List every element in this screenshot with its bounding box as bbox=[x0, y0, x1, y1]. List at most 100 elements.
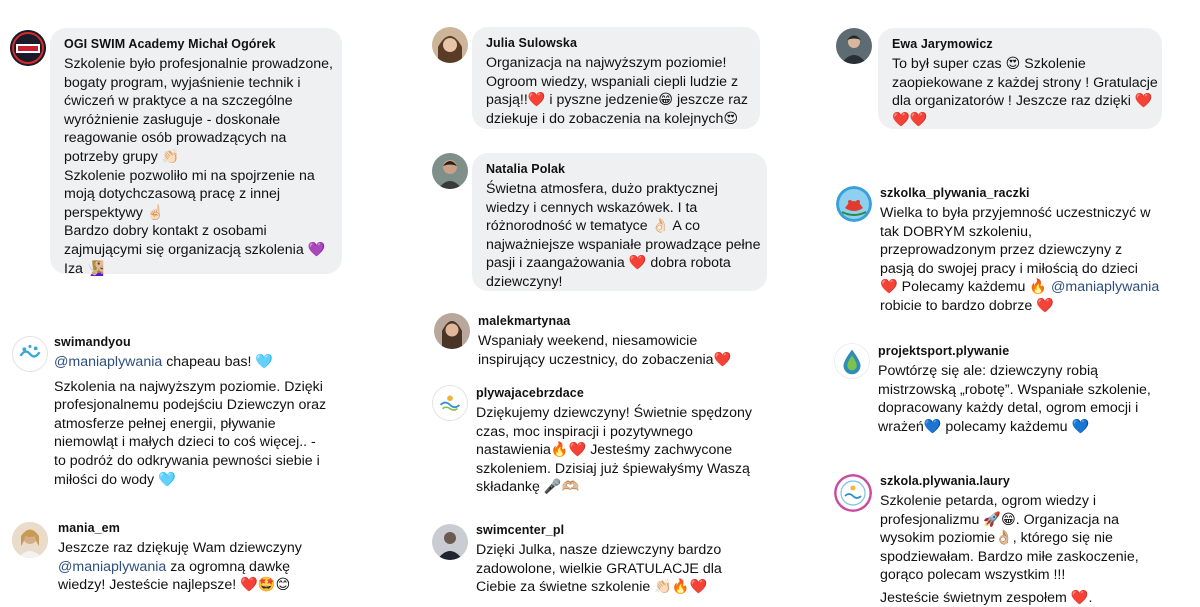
comment-line: wysokim poziomie👌🏼, którego się nie bbox=[880, 530, 1113, 547]
comment-line: @maniaplywania za ogromną dawkę bbox=[58, 558, 358, 577]
comment-line: reagowanie osób prowadzących na bbox=[64, 130, 287, 147]
comment-line: pasji i zaangażowania ❤️ dobra robota bbox=[486, 255, 731, 272]
comment-line: wiedzy! Jesteście najlepsze! ❤️🤩😊 bbox=[58, 577, 291, 594]
avatar[interactable] bbox=[432, 385, 468, 421]
comment-line: robicie to bardzo dobrze ❤️ bbox=[880, 297, 1054, 314]
comment-line: perspektywy ☝🏻 bbox=[64, 204, 165, 221]
comment-username[interactable]: malekmartynaa bbox=[478, 314, 778, 328]
comment-text: Świetna atmosfera, dużo praktycznej wied… bbox=[486, 180, 761, 292]
comment-line: Dziękujemy dziewczyny! Świetnie spędzony bbox=[476, 405, 752, 421]
comment-line: zadowolone, wielkie GRATULACJE dla bbox=[476, 560, 722, 577]
comment-line: inspirujący uczestnicy, do zobaczenia❤️ bbox=[478, 351, 732, 368]
comment-body: plywajacebrzdace Dziękujemy dziewczyny! … bbox=[476, 386, 776, 497]
comment-line: atmosferze pełnej energii, pływanie bbox=[54, 415, 276, 432]
comment-line: moją dotychczasową pracę z innej bbox=[64, 186, 281, 203]
comment-line: Wielka to była przyjemność uczestniczyć … bbox=[880, 205, 1151, 221]
comment-line-rest: chapeau bas! 🩵 bbox=[162, 354, 273, 370]
avatar[interactable] bbox=[836, 28, 872, 64]
comment-line: Jesteście świetnym zespołem ❤️. bbox=[880, 589, 1093, 606]
comment-body: mania_em Jeszcze raz dziękuję Wam dziewc… bbox=[58, 521, 358, 595]
comment-body: malekmartynaa Wspaniały weekend, niesamo… bbox=[478, 314, 778, 369]
comment-username[interactable]: projektsport.plywanie bbox=[878, 344, 1188, 358]
mention-link[interactable]: @maniaplywania bbox=[54, 354, 162, 370]
comment-line: szkoleniem. Dzisiaj już śpiewałyśmy Wasz… bbox=[476, 460, 750, 477]
comment-line: pasją!!❤️ i pyszne jedzenie😁 jeszcze raz bbox=[486, 92, 748, 109]
comment-line: potrzeby grupy 👏🏻 bbox=[64, 148, 180, 165]
comment-line: zaopiekowane z każdej strony ! Gratulacj… bbox=[892, 74, 1158, 91]
comment-body: szkola.plywania.laury Szkolenie petarda,… bbox=[880, 474, 1190, 607]
comment-username[interactable]: Natalia Polak bbox=[486, 162, 753, 176]
comment-line: tak DOBRYM szkoleniu, bbox=[880, 223, 1032, 240]
mention-link[interactable]: @maniaplywania bbox=[1051, 279, 1159, 295]
comment-text: Jeszcze raz dziękuję Wam dziewczyny @man… bbox=[58, 539, 358, 595]
comment-line: wyróżnienie zasługuje - doskonałe bbox=[64, 111, 281, 128]
comment-line: Szkolenia na najwyższym poziomie. Dzięki bbox=[54, 378, 323, 395]
comment-body: swimandyou @maniaplywania chapeau bas! 🩵… bbox=[54, 335, 354, 489]
comment-username[interactable]: swimcenter_pl bbox=[476, 523, 776, 537]
comment-line: różnorodność w tematyce 👌🏻 A co bbox=[486, 218, 701, 235]
avatar[interactable] bbox=[12, 336, 48, 372]
avatar[interactable] bbox=[432, 153, 468, 189]
comment-bubble: Ewa Jarymowicz To był super czas 😍 Szkol… bbox=[878, 28, 1162, 129]
avatar[interactable] bbox=[836, 186, 872, 222]
comment-line: Ogroom wiedzy, wspaniali ciepli ludzie z bbox=[486, 73, 739, 90]
comment-line: Jeszcze raz dziękuję Wam dziewczyny bbox=[58, 540, 302, 556]
comment-line: Dzięki Julka, nasze dziewczyny bardzo bbox=[476, 542, 722, 558]
comment-line-rest: za ogromną dawkę bbox=[166, 558, 291, 575]
comment-username[interactable]: Ewa Jarymowicz bbox=[892, 37, 1148, 51]
comment-line: Szkolenie pozwoliło mi na spojrzenie na bbox=[64, 167, 315, 184]
comment-line: dopracowany każdy detal, ogrom emocji i bbox=[878, 400, 1139, 417]
comment-line: miłości do wody 🩵 bbox=[54, 471, 176, 488]
comment-line: Organizacja na najwyższym poziomie! bbox=[486, 55, 727, 71]
avatar[interactable] bbox=[834, 474, 872, 512]
avatar[interactable] bbox=[434, 313, 470, 349]
comment-line: nastawienia🔥❤️ Jesteśmy zachwycone bbox=[476, 442, 733, 459]
comment-line: Szkolenie petarda, ogrom wiedzy i bbox=[880, 493, 1097, 509]
comment-bubble: Natalia Polak Świetna atmosfera, dużo pr… bbox=[472, 153, 767, 291]
comment-line: ❤️ Polecamy każdemu 🔥 @maniaplywania bbox=[880, 278, 1190, 297]
comment-line: zajmującymi się organizacją szkolenia 💜 bbox=[64, 241, 326, 258]
comment-text: Organizacja na najwyższym poziomie! Ogro… bbox=[486, 54, 748, 128]
comment-line: mistrzowską „robotę”. Wspaniałe szkoleni… bbox=[878, 381, 1151, 398]
avatar[interactable] bbox=[432, 27, 468, 63]
comment-line: to podróż do odkrywania pewności siebie … bbox=[54, 452, 320, 469]
avatar[interactable] bbox=[10, 30, 46, 66]
comment-username[interactable]: szkola.plywania.laury bbox=[880, 474, 1190, 488]
comment-line: Ciebie za świetne szkolenie 👏🏻🔥❤️ bbox=[476, 579, 708, 596]
comment-line: składankę 🎤🫶🏼 bbox=[476, 479, 580, 496]
comment-text: Szkolenie było profesjonalnie prowadzone… bbox=[64, 55, 333, 278]
avatar[interactable] bbox=[12, 522, 48, 558]
comment-text: Wielka to była przyjemność uczestniczyć … bbox=[880, 204, 1190, 316]
comment-line: najważniejsze wspaniałe prowadzące pełne bbox=[486, 236, 761, 253]
comment-line: profesjonalizmu 🚀😁. Organizacja na bbox=[880, 511, 1120, 528]
comment-line: dziewczyny! bbox=[486, 273, 563, 290]
comment-line: Świetna atmosfera, dużo praktycznej bbox=[486, 181, 718, 197]
comment-bubble: Julia Sulowska Organizacja na najwyższym… bbox=[472, 27, 760, 129]
avatar[interactable] bbox=[432, 524, 468, 560]
comment-line: wrażeń💙 polecamy każdemu 💙 bbox=[878, 418, 1090, 435]
comment-username[interactable]: szkolka_plywania_raczki bbox=[880, 186, 1190, 200]
comment-line: pasją do swojej pracy i miłością do dzie… bbox=[880, 260, 1138, 277]
comment-line: spodziewałam. Bardzo miłe zaskoczenie, bbox=[880, 548, 1139, 565]
comment-body: projektsport.plywanie Powtórzę się ale: … bbox=[878, 344, 1188, 436]
comment-line-pre: ❤️ Polecamy każdemu 🔥 bbox=[880, 279, 1051, 296]
comment-line: niemowląt i małych dzieci to coś więcej.… bbox=[54, 434, 316, 451]
comment-username[interactable]: Julia Sulowska bbox=[486, 36, 746, 50]
comment-line: Powtórzę się ale: dziewczyny robią bbox=[878, 363, 1099, 379]
comment-line: przeprowadzonym przez dziewczyny z bbox=[880, 242, 1123, 259]
comment-line: ćwiczeń w praktyce a na szczególne bbox=[64, 93, 293, 110]
comment-text: Dziękujemy dziewczyny! Świetnie spędzony… bbox=[476, 404, 776, 497]
comment-username[interactable]: swimandyou bbox=[54, 335, 354, 349]
comment-line: Bardzo dobry kontakt z osobami bbox=[64, 223, 267, 240]
comment-line: bogaty program, wyjaśnienie technik i bbox=[64, 74, 301, 91]
avatar[interactable] bbox=[834, 343, 870, 379]
comment-username[interactable]: mania_em bbox=[58, 521, 358, 535]
comment-line: profesjonalnemu podejściu Dziewczyn oraz bbox=[54, 397, 327, 414]
comment-username[interactable]: plywajacebrzdace bbox=[476, 386, 776, 400]
comment-text: Wspaniały weekend, niesamowicie inspiruj… bbox=[478, 332, 778, 369]
mention-link[interactable]: @maniaplywania bbox=[58, 559, 166, 575]
comment-username[interactable]: OGI SWIM Academy Michał Ogórek bbox=[64, 37, 328, 51]
comment-line: Szkolenie było profesjonalnie prowadzone… bbox=[64, 56, 333, 72]
comment-body: swimcenter_pl Dzięki Julka, nasze dziewc… bbox=[476, 523, 776, 597]
comment-line: Wspaniały weekend, niesamowicie bbox=[478, 333, 698, 349]
